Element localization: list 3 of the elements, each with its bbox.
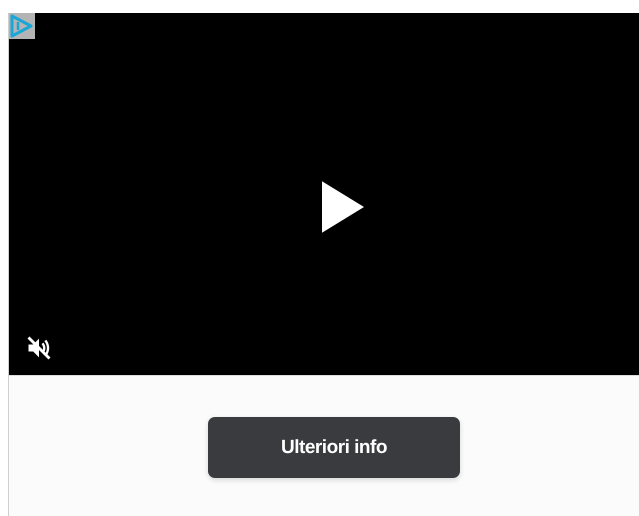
more-info-button[interactable]: Ulteriori info <box>208 417 460 478</box>
play-icon[interactable] <box>322 180 364 234</box>
muted-speaker-icon[interactable] <box>25 334 53 362</box>
